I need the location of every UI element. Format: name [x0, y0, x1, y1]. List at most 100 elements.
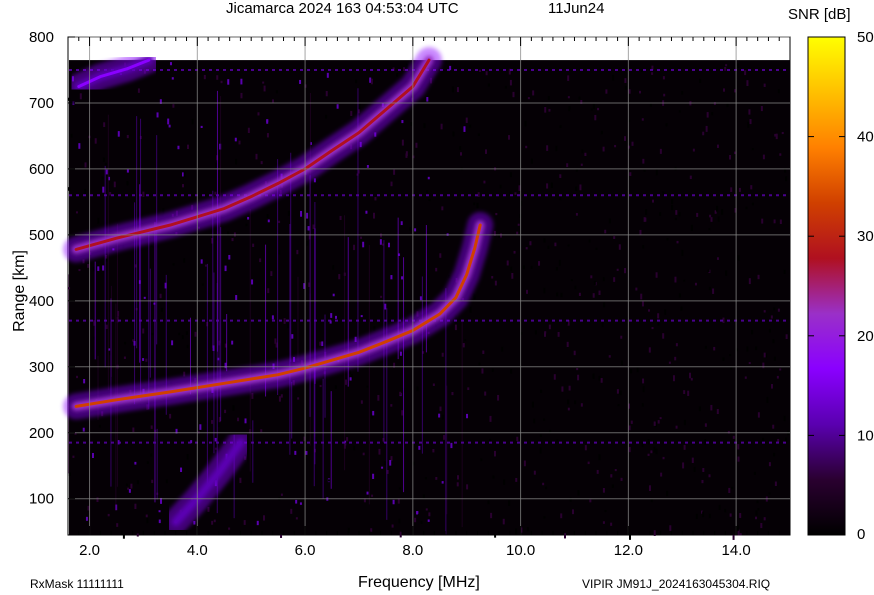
noise-speckle	[590, 275, 593, 279]
noise-speckle	[247, 216, 250, 220]
noise-speckle	[710, 404, 713, 411]
noise-speckle	[516, 231, 519, 235]
noise-speckle	[459, 146, 462, 150]
y-tick-labels: 100 200 300 400 500 600 700 800	[29, 29, 54, 508]
noise-speckle	[443, 435, 446, 440]
noise-speckle	[739, 513, 742, 518]
noise-speckle	[548, 324, 551, 330]
noise-speckle	[410, 122, 413, 126]
noise-speckle	[577, 374, 580, 381]
noise-speckle	[618, 244, 621, 250]
noise-speckle	[123, 356, 126, 359]
noise-speckle	[600, 130, 603, 135]
noise-speckle	[514, 192, 517, 195]
noise-speckle	[559, 196, 562, 201]
noise-speckle	[655, 272, 658, 278]
noise-speckle	[435, 267, 438, 272]
noise-speckle	[146, 461, 149, 464]
noise-speckle	[441, 414, 444, 420]
noise-speckle	[72, 455, 75, 458]
noise-speckle	[369, 77, 372, 83]
noise-speckle	[439, 406, 442, 412]
noise-speckle	[657, 322, 660, 326]
noise-speckle	[652, 199, 655, 203]
noise-speckle	[68, 97, 71, 101]
noise-speckle	[620, 360, 623, 366]
noise-speckle	[578, 292, 581, 296]
noise-speckle	[336, 104, 339, 109]
noise-speckle	[477, 133, 480, 136]
noise-speckle	[567, 96, 570, 99]
noise-speckle	[416, 511, 419, 515]
noise-speckle	[722, 357, 725, 361]
noise-speckle	[240, 78, 243, 85]
noise-speckle	[491, 276, 494, 279]
noise-speckle	[213, 519, 216, 523]
noise-speckle	[785, 176, 788, 182]
noise-speckle	[414, 517, 417, 523]
noise-speckle	[199, 424, 202, 430]
noise-speckle	[379, 239, 382, 245]
noise-speckle	[374, 196, 377, 201]
noise-speckle	[747, 121, 750, 128]
noise-speckle	[675, 343, 678, 347]
noise-speckle	[600, 378, 603, 383]
noise-speckle	[566, 341, 569, 348]
noise-speckle	[563, 533, 566, 539]
noise-speckle	[167, 118, 170, 125]
noise-speckle	[763, 310, 766, 313]
noise-speckle	[266, 214, 269, 218]
noise-speckle	[259, 258, 262, 263]
noise-speckle	[275, 90, 278, 94]
noise-speckle	[387, 242, 390, 248]
noise-speckle	[783, 269, 786, 274]
noise-speckle	[560, 292, 563, 298]
noise-speckle	[540, 389, 543, 393]
title-station-time: Jicamarca 2024 163 04:53:04 UTC	[226, 0, 459, 17]
noise-speckle	[755, 346, 758, 351]
noise-speckle	[659, 148, 662, 154]
noise-speckle	[588, 239, 591, 243]
noise-speckle	[200, 259, 203, 264]
noise-speckle	[755, 516, 758, 520]
noise-speckle	[186, 454, 189, 460]
noise-speckle	[651, 72, 654, 75]
noise-speckle	[451, 391, 454, 396]
noise-speckle	[158, 510, 161, 513]
noise-speckle	[584, 152, 587, 157]
noise-speckle	[546, 183, 549, 189]
noise-speckle	[441, 352, 444, 357]
noise-speckle	[435, 476, 438, 480]
noise-speckle	[722, 88, 725, 92]
noise-speckle	[630, 369, 633, 374]
noise-speckle	[267, 288, 270, 294]
noise-speckle	[181, 335, 184, 340]
noise-speckle	[91, 452, 94, 458]
noise-speckle	[569, 497, 572, 502]
noise-speckle	[584, 445, 587, 451]
noise-speckle	[761, 218, 764, 224]
noise-speckle	[217, 421, 220, 428]
noise-speckle	[777, 89, 780, 94]
noise-speckle	[751, 148, 754, 151]
noise-speckle	[84, 188, 87, 195]
noise-speckle	[604, 229, 607, 234]
noise-speckle	[694, 282, 697, 286]
noise-speckle	[509, 172, 512, 178]
noise-speckle	[614, 144, 617, 148]
colorbar-tick-label: 40	[857, 129, 874, 146]
noise-speckle	[707, 269, 710, 273]
noise-speckle	[776, 375, 779, 379]
noise-speckle	[550, 182, 553, 188]
noise-speckle	[577, 490, 580, 496]
noise-speckle	[252, 243, 255, 248]
noise-speckle	[692, 148, 695, 152]
noise-speckle	[207, 507, 210, 512]
noise-speckle	[773, 356, 776, 361]
noise-speckle	[597, 107, 600, 111]
noise-speckle	[280, 493, 283, 496]
noise-speckle	[441, 481, 444, 484]
noise-speckle	[150, 453, 153, 457]
noise-speckle	[401, 276, 404, 280]
noise-speckle	[134, 503, 137, 510]
